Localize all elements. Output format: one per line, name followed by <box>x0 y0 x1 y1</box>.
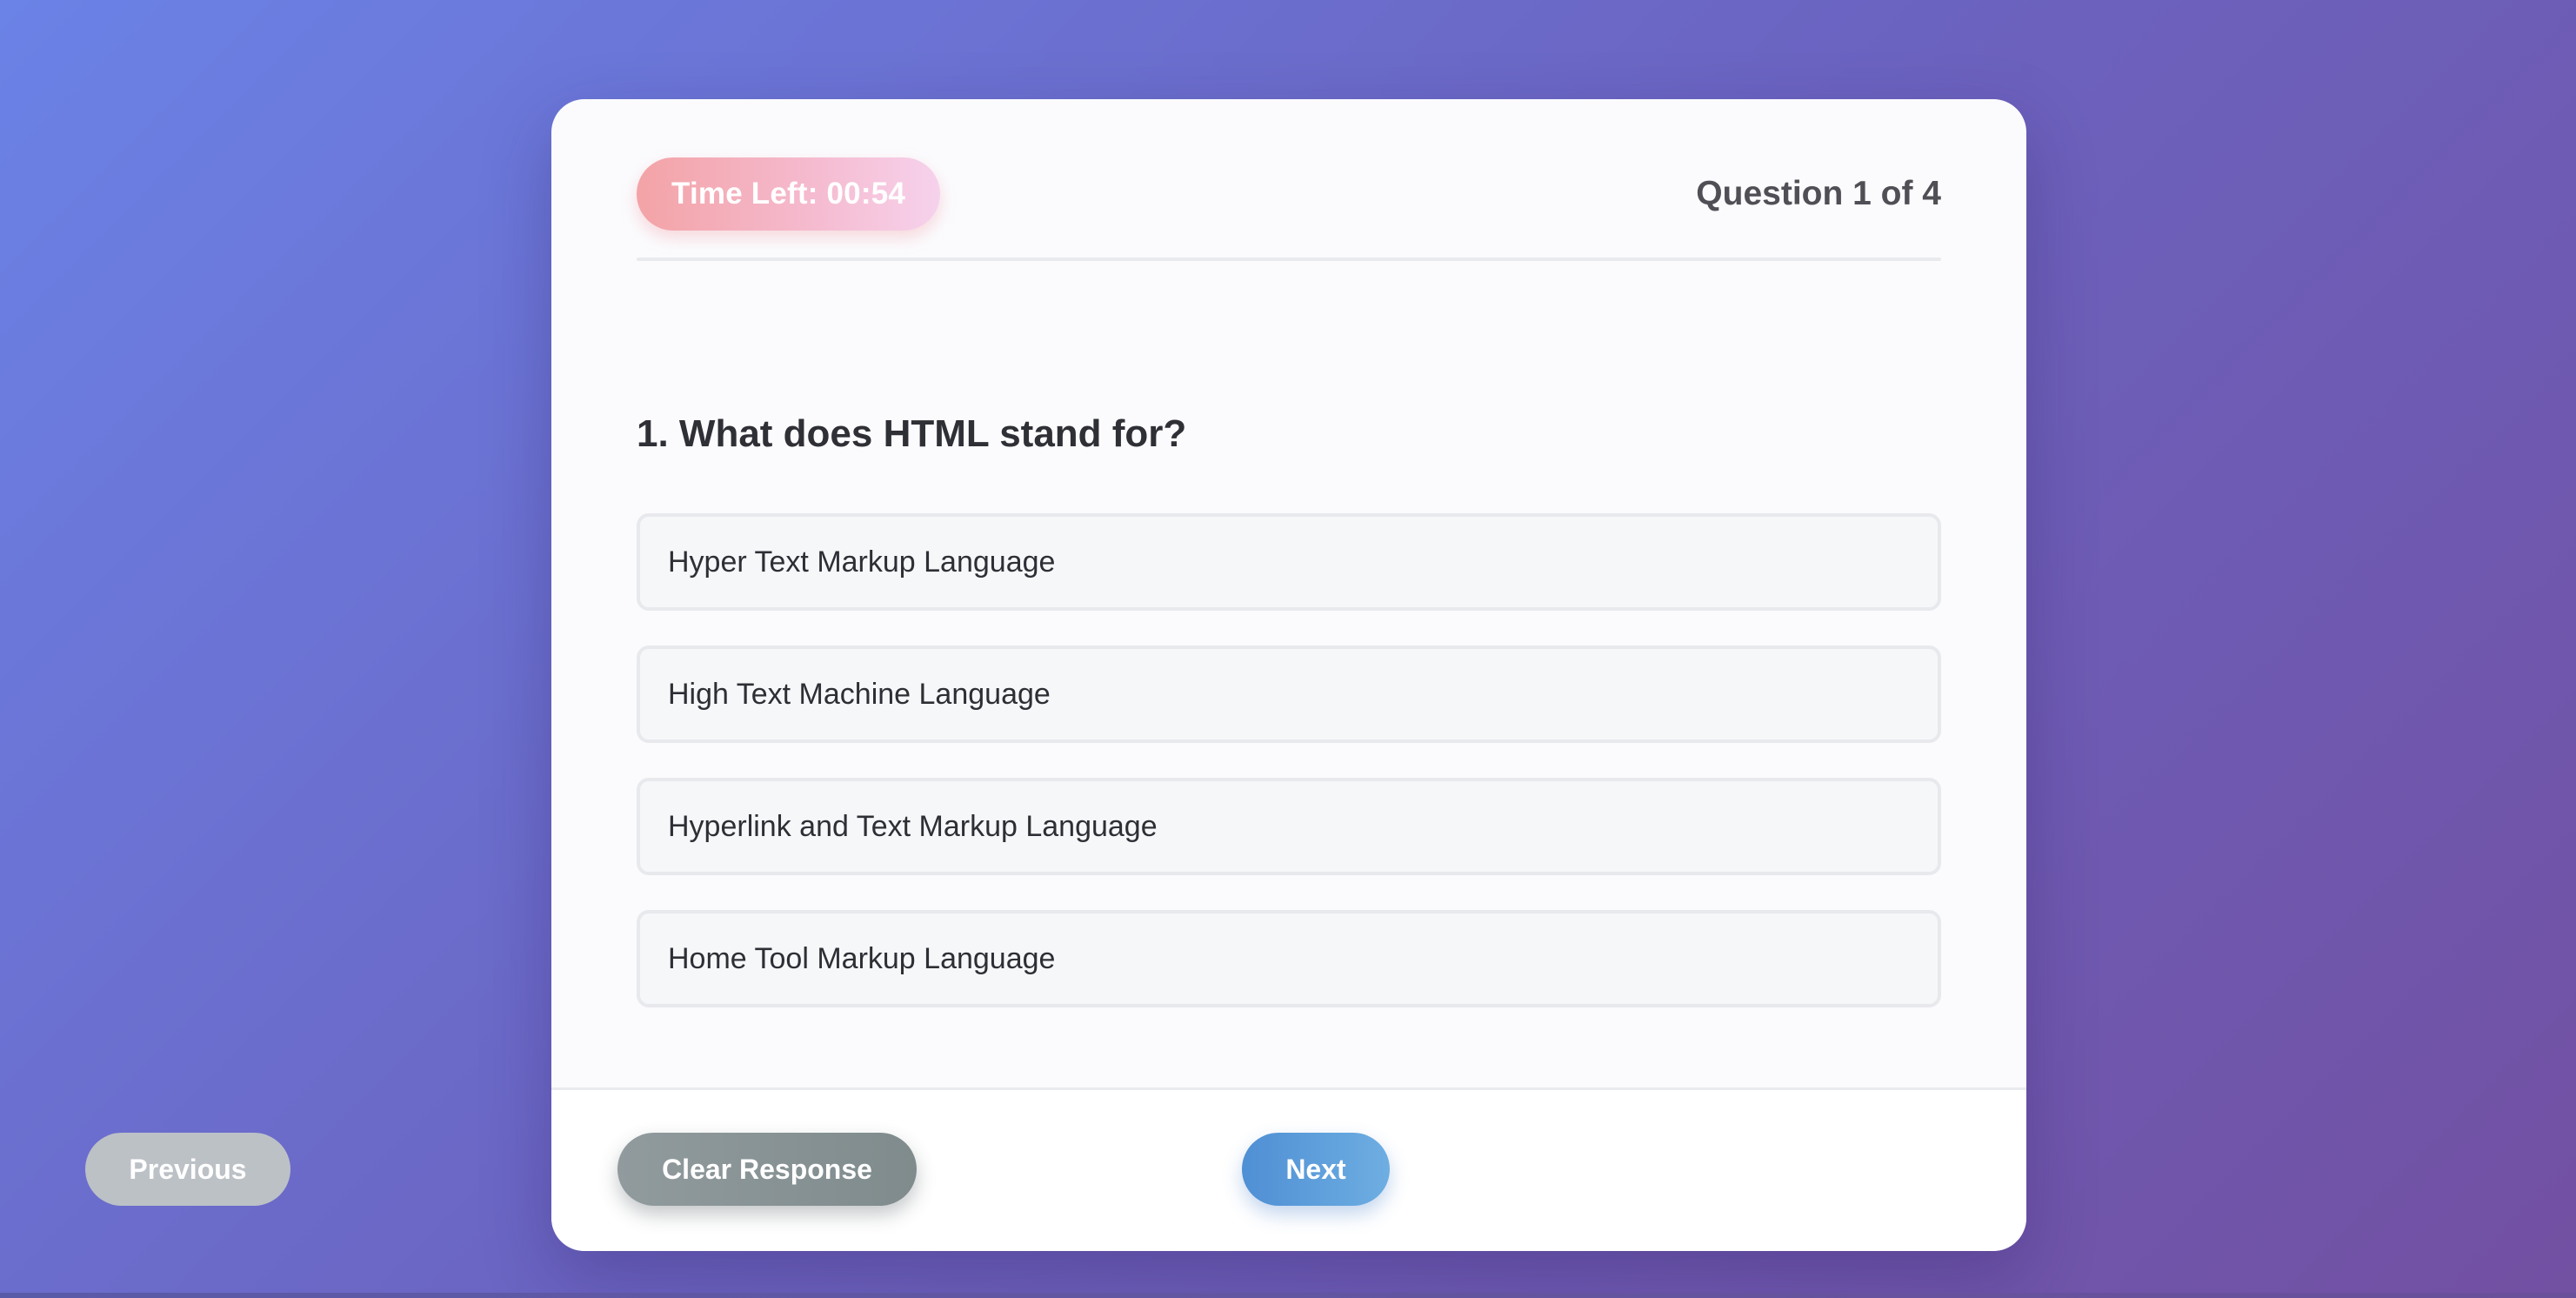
header-divider <box>637 258 1941 261</box>
answer-option-2[interactable]: High Text Machine Language <box>637 646 1941 743</box>
answer-option-3[interactable]: Hyperlink and Text Markup Language <box>637 778 1941 875</box>
next-button[interactable]: Next <box>1242 1133 1390 1206</box>
quiz-card: Time Left: 00:54 Question 1 of 4 1. What… <box>551 99 2026 1251</box>
quiz-header: Time Left: 00:54 Question 1 of 4 <box>637 157 1941 231</box>
question-counter: Question 1 of 4 <box>1696 175 1941 212</box>
answer-option-1[interactable]: Hyper Text Markup Language <box>637 513 1941 611</box>
question-text: 1. What does HTML stand for? <box>637 412 1187 455</box>
clear-response-button[interactable]: Clear Response <box>617 1133 917 1206</box>
previous-button[interactable]: Previous <box>85 1133 290 1206</box>
answer-options: Hyper Text Markup Language High Text Mac… <box>637 513 1941 1042</box>
timer-badge: Time Left: 00:54 <box>637 157 941 231</box>
page-bottom-strip <box>0 1293 2576 1298</box>
answer-option-4[interactable]: Home Tool Markup Language <box>637 910 1941 1007</box>
